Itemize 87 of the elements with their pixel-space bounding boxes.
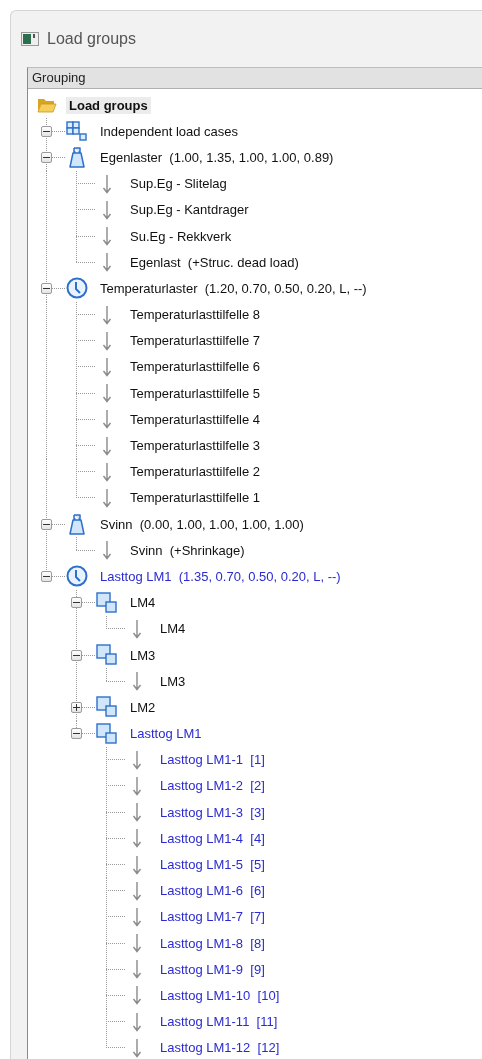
tree-item[interactable]: Temperaturlasttilfelle 8	[127, 306, 264, 324]
arrow-down-icon	[102, 226, 112, 247]
tree-item[interactable]: Temperaturlasttilfelle 6	[127, 358, 264, 376]
tree-item[interactable]: Temperaturlasttilfelle 7	[127, 332, 264, 350]
squares-icon	[96, 591, 118, 614]
expand-toggle[interactable]	[71, 597, 82, 609]
tree-item[interactable]: Lasttog LM1-4 [4]	[157, 829, 268, 847]
tree-item[interactable]: Svinn (+Shrinkage)	[127, 541, 248, 559]
arrow-down-icon	[102, 199, 112, 220]
clock-icon	[66, 277, 88, 300]
tree-item[interactable]: Lasttog LM1-12 [12]	[157, 1039, 283, 1057]
grid-icon	[66, 121, 88, 142]
tree-item[interactable]: Temperaturlasttilfelle 5	[127, 384, 264, 402]
expand-toggle[interactable]	[41, 151, 52, 163]
tree-item[interactable]: Lasttog LM1-11 [11]	[157, 1013, 281, 1031]
expand-toggle[interactable]	[71, 728, 82, 740]
tree-item[interactable]: Svinn (0.00, 1.00, 1.00, 1.00, 1.00)	[97, 515, 307, 533]
arrow-down-icon	[102, 330, 112, 351]
arrow-down-icon	[132, 959, 142, 980]
arrow-down-icon	[132, 1011, 142, 1032]
tree-item[interactable]: LM3	[127, 646, 159, 664]
arrow-down-icon	[102, 461, 112, 482]
arrow-down-icon	[132, 933, 142, 954]
arrow-down-icon	[102, 409, 112, 430]
arrow-down-icon	[132, 906, 142, 927]
tree-item[interactable]: Lasttog LM1-8 [8]	[157, 934, 268, 952]
window-icon	[21, 32, 39, 46]
tree-item[interactable]: Independent load cases	[97, 122, 242, 140]
tree-item[interactable]: LM2	[127, 698, 159, 716]
arrow-down-icon	[102, 356, 112, 377]
arrow-down-icon	[132, 828, 142, 849]
arrow-down-icon	[132, 880, 142, 901]
tree-item[interactable]: Lasttog LM1-10 [10]	[157, 986, 283, 1004]
tree-item[interactable]: LM4	[127, 594, 159, 612]
expand-toggle[interactable]	[41, 518, 52, 530]
arrow-down-icon	[102, 383, 112, 404]
tree-item[interactable]: Lasttog LM1-6 [6]	[157, 882, 268, 900]
tree-item[interactable]: Lasttog LM1-3 [3]	[157, 803, 268, 821]
squares-icon	[96, 696, 118, 719]
expand-toggle[interactable]	[71, 701, 82, 713]
expand-toggle[interactable]	[41, 570, 52, 582]
panel-header: Grouping	[28, 68, 482, 89]
tree-item[interactable]: LM3	[157, 672, 189, 690]
tree-item[interactable]: Temperaturlasttilfelle 2	[127, 463, 264, 481]
arrow-down-icon	[102, 487, 112, 508]
weight-icon	[68, 146, 86, 169]
tree-item[interactable]: Sup.Eg - Kantdrager	[127, 201, 252, 219]
arrow-down-icon	[102, 252, 112, 273]
squares-icon	[96, 722, 118, 745]
tree-item[interactable]: Temperaturlasttilfelle 4	[127, 410, 264, 428]
tree-item[interactable]: Lasttog LM1-9 [9]	[157, 960, 268, 978]
arrow-down-icon	[132, 802, 142, 823]
tree-item[interactable]: Load groups	[66, 96, 151, 114]
arrow-down-icon	[102, 173, 112, 194]
expand-toggle[interactable]	[41, 282, 52, 294]
tree-item[interactable]: Lasttog LM1 (1.35, 0.70, 0.50, 0.20, L, --)	[97, 567, 344, 585]
arrow-down-icon	[132, 749, 142, 770]
arrow-down-icon	[132, 985, 142, 1006]
clock-icon	[66, 565, 88, 588]
tree-item[interactable]: Lasttog LM1	[127, 725, 205, 743]
weight-icon	[68, 513, 86, 536]
tree-item[interactable]: Lasttog LM1-5 [5]	[157, 856, 268, 874]
tree-item[interactable]: Lasttog LM1-2 [2]	[157, 777, 268, 795]
tree-item[interactable]: Su.Eg - Rekkverk	[127, 227, 235, 245]
arrow-down-icon	[132, 671, 142, 692]
expand-toggle[interactable]	[71, 649, 82, 661]
arrow-down-icon	[102, 540, 112, 561]
folder-icon	[37, 97, 57, 114]
arrow-down-icon	[132, 775, 142, 796]
tree-item[interactable]: Sup.Eg - Slitelag	[127, 175, 230, 193]
expand-toggle[interactable]	[41, 125, 52, 137]
tree-item[interactable]: Lasttog LM1-7 [7]	[157, 908, 268, 926]
tree-item[interactable]: Temperaturlasttilfelle 3	[127, 437, 264, 455]
tree-item[interactable]: Lasttog LM1-1 [1]	[157, 751, 268, 769]
plus-icon	[73, 703, 80, 711]
tree-item[interactable]: Egenlaster (1.00, 1.35, 1.00, 1.00, 0.89)	[97, 148, 337, 166]
arrow-down-icon	[102, 304, 112, 325]
tree-item[interactable]: Egenlast (+Struc. dead load)	[127, 253, 302, 271]
squares-icon	[96, 644, 118, 667]
arrow-down-icon	[132, 854, 142, 875]
tree-item[interactable]: Temperaturlasttilfelle 1	[127, 489, 264, 507]
tree-item[interactable]: Temperaturlaster (1.20, 0.70, 0.50, 0.20, L, --)	[97, 279, 370, 297]
tree-item[interactable]: LM4	[157, 620, 189, 638]
arrow-down-icon	[132, 1037, 142, 1058]
arrow-down-icon	[102, 435, 112, 456]
window-title: Load groups	[47, 30, 136, 48]
arrow-down-icon	[132, 618, 142, 639]
